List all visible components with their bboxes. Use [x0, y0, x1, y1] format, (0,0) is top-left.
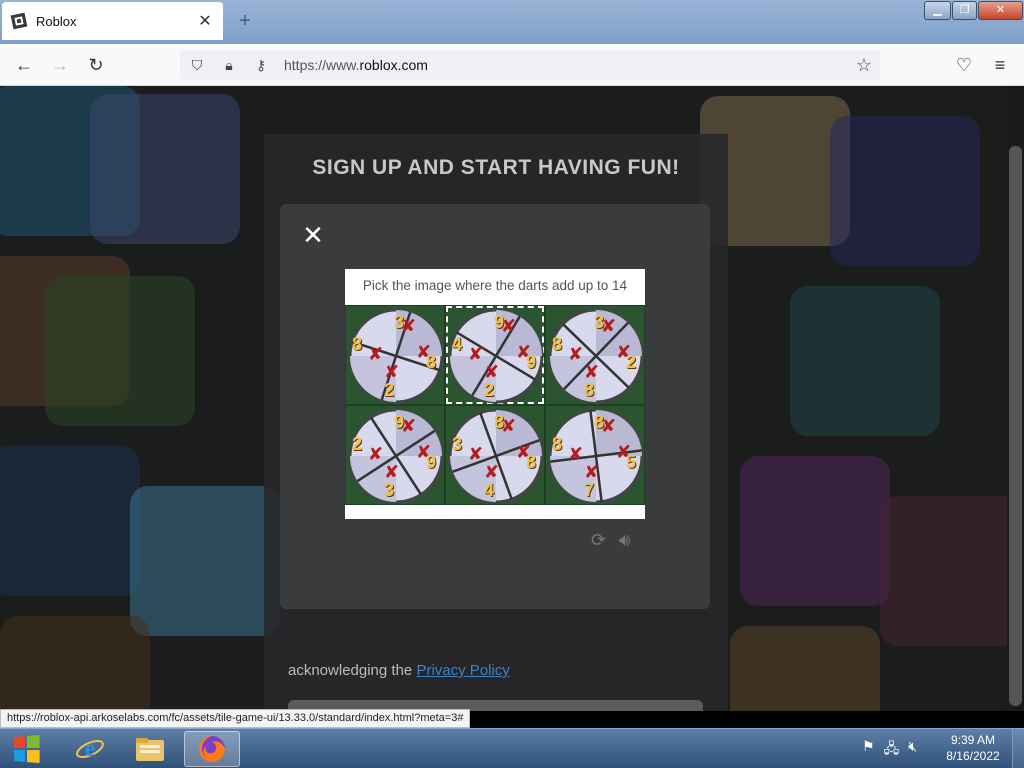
taskbar-clock[interactable]: 9:39 AM 8/16/2022	[938, 732, 1008, 764]
dart-icon: ✘	[568, 444, 584, 464]
audio-icon[interactable]: 🔊︎	[619, 530, 630, 551]
dart-icon: ✘	[368, 444, 384, 464]
captcha-tile[interactable]: 3 ✘ 8 ✘ 2 ✘ 8 ✘	[545, 305, 645, 405]
dart-icon: ✘	[468, 344, 484, 364]
dart-number: 4	[484, 480, 495, 500]
pocket-icon[interactable]: ♡	[952, 53, 976, 77]
clock-time: 9:39 AM	[950, 733, 996, 747]
window-maximize-button[interactable]: ❐	[952, 1, 977, 20]
dart-icon: ✘	[616, 342, 632, 362]
dart-number: 8	[352, 334, 363, 354]
taskbar-internet-explorer[interactable]: e	[62, 731, 118, 767]
dart-icon: ✘	[401, 316, 417, 336]
dart-number: 8	[584, 380, 595, 400]
dart-icon: ✘	[601, 316, 617, 336]
dart-icon: ✘	[416, 342, 432, 362]
window-minimize-button[interactable]: ▁	[924, 1, 951, 20]
system-tray: ⚑ 🖧 🔇︎	[862, 738, 917, 762]
taskbar-file-explorer[interactable]	[122, 731, 178, 767]
captcha-tile[interactable]: 9 ✘ 2 ✘ 9 ✘ 3 ✘	[345, 405, 445, 505]
show-desktop-button[interactable]	[1012, 729, 1024, 768]
tracking-shield-icon[interactable]: ⛉	[188, 57, 206, 74]
status-url: https://roblox-api.arkoselabs.com/fc/ass…	[0, 709, 471, 728]
dart-icon: ✘	[516, 442, 532, 462]
svg-text:e: e	[85, 736, 96, 762]
lock-icon[interactable]: 🔒︎	[220, 57, 238, 74]
ack-text: acknowledging the	[288, 662, 417, 679]
dart-number: 2	[352, 434, 363, 454]
dart-icon: ✘	[401, 416, 417, 436]
url-prefix: https://www.	[284, 57, 360, 73]
captcha-tile[interactable]: 9 ✘ 4 ✘ 9 ✘ 2 ✘	[445, 305, 545, 405]
folder-icon	[136, 738, 164, 761]
dart-icon: ✘	[484, 462, 500, 482]
dart-icon: ✘	[384, 362, 400, 382]
reload-icon[interactable]: ↻	[84, 53, 108, 77]
captcha-tile[interactable]: 8 ✘ 8 ✘ 5 ✘ 7 ✘	[545, 405, 645, 505]
captcha-widget: Pick the image where the darts add up to…	[345, 269, 645, 519]
dart-number: 8	[552, 434, 563, 454]
captcha-grid: 3 ✘ 8 ✘ 8 ✘ 2 ✘ 9 ✘ 4 ✘ 9 ✘ 2 ✘ 3 ✘ 8 ✘ 2 ✘ 8 ✘ 9 ✘ 2 ✘ 9 ✘ 3 ✘ 8 ✘ 3 ✘ 8 ✘ 4 ✘…	[345, 305, 645, 505]
captcha-prompt: Pick the image where the darts add up to…	[362, 278, 628, 293]
dart-icon: ✘	[468, 444, 484, 464]
captcha-tile[interactable]: 8 ✘ 3 ✘ 8 ✘ 4 ✘	[445, 405, 545, 505]
network-icon[interactable]: 🖧	[884, 738, 900, 762]
dart-icon: ✘	[501, 416, 517, 436]
internet-explorer-icon: e	[76, 736, 104, 762]
taskbar-firefox[interactable]	[184, 731, 240, 767]
windows-logo-icon	[14, 735, 40, 763]
firefox-icon	[199, 736, 225, 762]
dart-icon: ✘	[516, 342, 532, 362]
dart-number: 8	[552, 334, 563, 354]
dart-icon: ✘	[601, 416, 617, 436]
window-close-button[interactable]: ✕	[978, 1, 1023, 20]
dart-icon: ✘	[616, 442, 632, 462]
dart-number: 7	[584, 480, 595, 500]
dart-icon: ✘	[568, 344, 584, 364]
dart-icon: ✘	[368, 344, 384, 364]
dart-number: 4	[452, 334, 463, 354]
dart-number: 2	[384, 380, 395, 400]
url-text[interactable]: https://www.roblox.com	[284, 57, 428, 73]
forward-icon[interactable]: →	[48, 53, 72, 77]
url-domain: roblox.com	[359, 57, 428, 73]
menu-icon[interactable]: ≡	[988, 53, 1012, 77]
back-icon[interactable]: ←	[12, 53, 36, 77]
roblox-favicon-icon	[10, 12, 28, 30]
captcha-tile[interactable]: 3 ✘ 8 ✘ 8 ✘ 2 ✘	[345, 305, 445, 405]
refresh-icon[interactable]: ⟳	[591, 530, 606, 551]
dart-icon: ✘	[416, 442, 432, 462]
start-button[interactable]	[4, 732, 48, 766]
dart-icon: ✘	[384, 462, 400, 482]
tab-title: Roblox	[36, 13, 77, 29]
page-title: SIGN UP AND START HAVING FUN!	[312, 156, 680, 179]
close-icon[interactable]: ✕	[302, 222, 324, 248]
volume-muted-icon[interactable]: 🔇︎	[908, 738, 917, 762]
dart-number: 3	[384, 480, 395, 500]
scrollbar-thumb[interactable]	[1009, 146, 1022, 706]
privacy-policy-link[interactable]: Privacy Policy	[416, 662, 509, 679]
dart-icon: ✘	[584, 462, 600, 482]
bookmark-star-icon[interactable]: ☆	[856, 55, 872, 76]
address-bar[interactable]: ⛉ 🔒︎ ⚷ https://www.roblox.com ☆	[180, 50, 880, 80]
tab-roblox[interactable]: Roblox ✕	[2, 2, 223, 40]
dart-icon: ✘	[584, 362, 600, 382]
tab-close-icon[interactable]: ✕	[197, 11, 213, 31]
dart-icon: ✘	[484, 362, 500, 382]
clock-date: 8/16/2022	[946, 749, 1000, 763]
key-icon[interactable]: ⚷	[252, 57, 270, 74]
action-center-flag-icon[interactable]: ⚑	[862, 738, 875, 762]
new-tab-button[interactable]: +	[234, 10, 256, 33]
dart-icon: ✘	[501, 316, 517, 336]
dart-number: 2	[484, 380, 495, 400]
dart-number: 3	[452, 434, 463, 454]
privacy-ack: acknowledging the Privacy Policy	[288, 662, 510, 679]
